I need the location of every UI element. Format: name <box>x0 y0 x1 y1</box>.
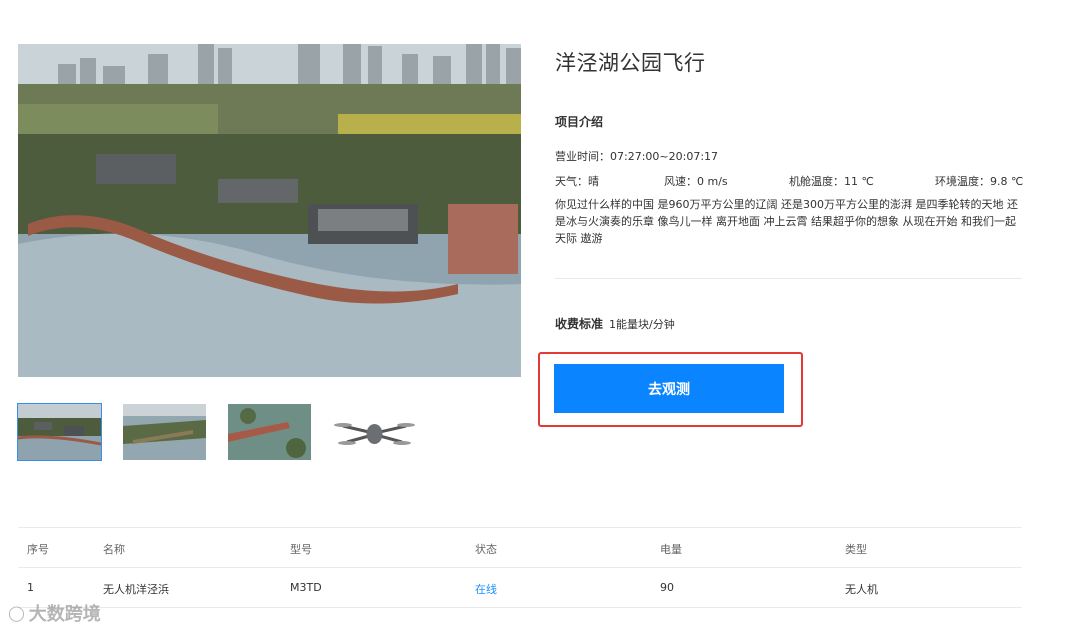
env-temp-text: 环境温度：9.8 ℃ <box>935 175 1024 188</box>
thumbnail-4[interactable] <box>333 404 416 460</box>
fee-row: 收费标准 1能量块/分钟 <box>555 315 675 332</box>
table-divider <box>18 607 1022 608</box>
watermark-logo-icon: ◯ <box>8 604 25 622</box>
cell-type: 无人机 <box>845 583 878 596</box>
fee-value: 1能量块/分钟 <box>609 318 675 331</box>
wind-speed-text: 风速：0 m/s <box>664 175 728 188</box>
device-table: 序号 名称 型号 状态 电量 类型 1 无人机洋泾浜 M3TD 在线 90 无人… <box>18 527 1022 608</box>
aerial-photo-2-icon <box>123 404 206 460</box>
cell-battery: 90 <box>660 581 674 594</box>
thumbnail-2[interactable] <box>123 404 206 460</box>
thumbnail-3[interactable] <box>228 404 311 460</box>
aerial-photo-3-icon <box>228 404 311 460</box>
thumbnail-1[interactable] <box>17 403 102 461</box>
header-status: 状态 <box>475 543 497 556</box>
section-label: 项目介绍 <box>555 115 604 129</box>
aerial-photo-1-icon <box>18 404 101 460</box>
weather-text: 天气：晴 <box>555 175 599 188</box>
table-row[interactable]: 1 无人机洋泾浜 M3TD 在线 90 无人机 <box>18 568 1022 607</box>
fee-label: 收费标准 <box>555 317 604 331</box>
observe-button[interactable]: 去观测 <box>554 364 784 413</box>
header-model: 型号 <box>290 543 312 556</box>
page-title: 洋泾湖公园飞行 <box>555 51 706 75</box>
header-name: 名称 <box>103 543 125 556</box>
cell-index: 1 <box>27 581 34 594</box>
business-hours: 营业时间：07:27:00~20:07:17 <box>555 150 719 163</box>
watermark-text: 大数跨境 <box>28 604 101 625</box>
drone-photo-icon <box>333 404 416 460</box>
main-photo <box>18 44 521 377</box>
cell-name: 无人机洋泾浜 <box>103 583 169 596</box>
header-type: 类型 <box>845 543 867 556</box>
watermark: ◯ 大数跨境 <box>8 600 101 626</box>
cabin-temp-text: 机舱温度：11 ℃ <box>789 175 874 188</box>
header-index: 序号 <box>27 543 49 556</box>
description: 你见过什么样的中国 是960万平方公里的辽阔 还是300万平方公里的澎湃 是四季… <box>555 198 1018 245</box>
table-header: 序号 名称 型号 状态 电量 类型 <box>18 528 1022 567</box>
cell-model: M3TD <box>290 581 322 594</box>
header-battery: 电量 <box>660 543 682 556</box>
park-aerial-photo <box>18 44 521 377</box>
divider <box>555 278 1022 279</box>
cell-status: 在线 <box>475 583 497 596</box>
weather-row: 天气：晴 风速：0 m/s 机舱温度：11 ℃ 环境温度：9.8 ℃ <box>555 173 1025 189</box>
